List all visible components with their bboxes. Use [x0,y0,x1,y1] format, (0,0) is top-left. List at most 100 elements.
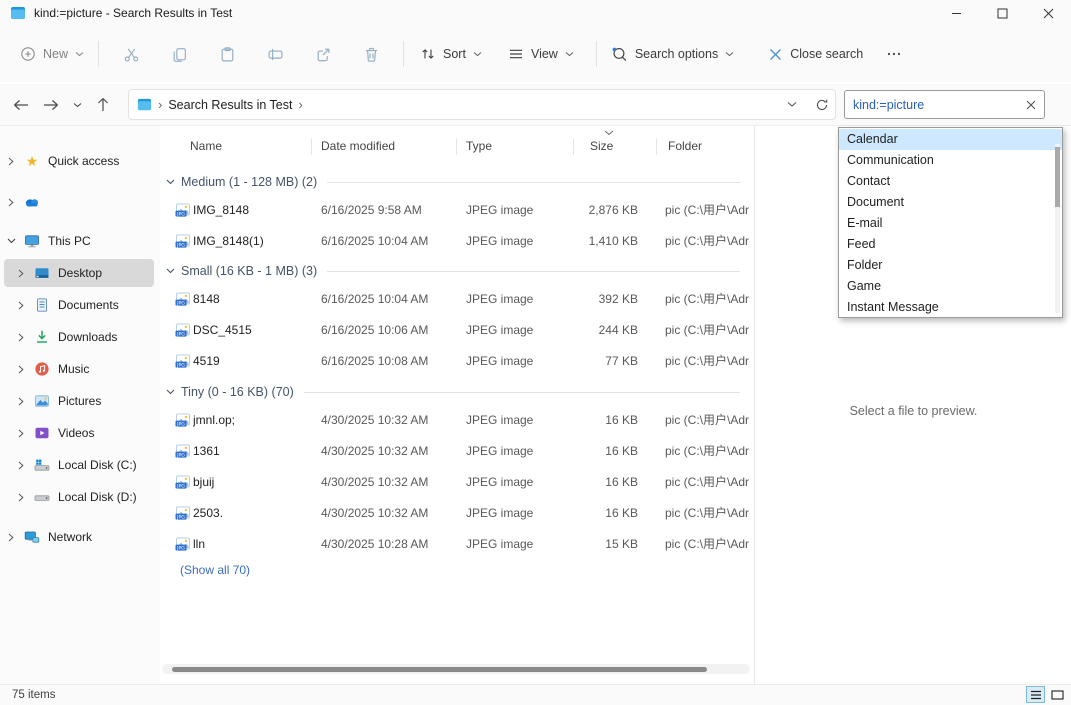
address-dropdown-chevron-icon[interactable] [787,101,797,108]
command-toolbar: New Sort [0,26,1071,82]
sidebar-item-music[interactable]: Music [4,355,154,383]
dropdown-item-email[interactable]: E-mail [839,213,1062,234]
sidebar-item-local-disk-c[interactable]: Local Disk (C:) [4,451,154,479]
column-header-size[interactable]: Size [590,139,613,153]
table-row[interactable]: JPG 8148 6/16/2025 10:04 AM JPEG image 3… [160,283,754,314]
search-options-button[interactable]: Search options [605,38,740,71]
close-button[interactable] [1025,0,1071,26]
disk-d-icon [34,489,50,505]
sidebar-item-pictures[interactable]: Pictures [4,387,154,415]
breadcrumb-separator-icon[interactable]: › [298,97,302,112]
forward-button[interactable] [36,90,66,120]
table-row[interactable]: JPG IMG_8148(1) 6/16/2025 10:04 AM JPEG … [160,225,754,256]
table-row[interactable]: JPG 4519 6/16/2025 10:08 AM JPEG image 7… [160,345,754,376]
chevron-right-icon[interactable] [14,301,28,310]
close-search-button[interactable]: Close search [762,39,869,70]
group-header-medium[interactable]: Medium (1 - 128 MB) (2) [160,170,754,194]
network-icon [24,529,40,545]
table-row[interactable]: JPG 2503. 4/30/2025 10:32 AM JPEG image … [160,497,754,528]
chevron-right-icon[interactable] [14,493,28,502]
column-header-date[interactable]: Date modified [321,139,395,153]
details-view-toggle[interactable] [1026,686,1045,703]
column-header-type[interactable]: Type [466,139,492,153]
toolbar-separator [98,41,99,67]
chevron-right-icon[interactable] [4,198,18,207]
group-header-tiny[interactable]: Tiny (0 - 16 KB) (70) [160,380,754,404]
column-header-folder[interactable]: Folder [668,139,702,153]
breadcrumb[interactable]: › Search Results in Test › [128,89,836,120]
sidebar-item-downloads[interactable]: Downloads [4,323,154,351]
chevron-right-icon[interactable] [14,269,28,278]
breadcrumb-separator-icon: › [158,97,162,112]
table-row[interactable]: JPG jmnl.op; 4/30/2025 10:32 AM JPEG ima… [160,404,754,435]
large-icons-view-toggle[interactable] [1048,686,1067,703]
group-header-small[interactable]: Small (16 KB - 1 MB) (3) [160,259,754,283]
dropdown-item-calendar[interactable]: Calendar [839,129,1062,150]
chevron-right-icon[interactable] [4,533,18,542]
column-header-name[interactable]: Name [190,139,222,153]
file-date: 4/30/2025 10:32 AM [321,444,466,458]
rename-button[interactable] [251,36,299,72]
recent-locations-button[interactable] [66,90,88,120]
delete-button[interactable] [347,36,395,72]
sort-button[interactable]: Sort [414,38,488,70]
dropdown-item-game[interactable]: Game [839,276,1062,297]
back-button[interactable] [6,90,36,120]
chevron-right-icon[interactable] [14,333,28,342]
sidebar-item-local-disk-d[interactable]: Local Disk (D:) [4,483,154,511]
dropdown-item-folder[interactable]: Folder [839,255,1062,276]
share-button[interactable] [299,36,347,72]
copy-button[interactable] [155,36,203,72]
file-type: JPEG image [466,537,558,551]
refresh-icon[interactable] [815,98,829,112]
view-button[interactable]: View [502,38,580,70]
chevron-down-icon[interactable] [166,268,175,274]
sidebar-item-videos[interactable]: Videos [4,419,154,447]
chevron-right-icon[interactable] [4,157,18,166]
sidebar-item-this-pc[interactable]: This PC [4,227,154,255]
dropdown-item-instant-message[interactable]: Instant Message [839,297,1062,318]
paste-button[interactable] [203,36,251,72]
sidebar-item-documents[interactable]: Documents [4,291,154,319]
sidebar-item-quick-access[interactable]: ★ Quick access [4,147,154,175]
chevron-right-icon[interactable] [14,397,28,406]
jpeg-file-icon: JPG [175,202,193,218]
up-button[interactable] [88,90,118,120]
table-row[interactable]: JPG 1361 4/30/2025 10:32 AM JPEG image 1… [160,435,754,466]
search-box[interactable] [844,90,1045,119]
horizontal-scrollbar[interactable] [162,664,750,674]
chevron-right-icon[interactable] [14,461,28,470]
dropdown-scrollbar[interactable] [1055,144,1060,313]
dropdown-item-communication[interactable]: Communication [839,150,1062,171]
sidebar-item-label: This PC [48,234,91,248]
sidebar-item-onedrive[interactable] [4,188,154,216]
table-row[interactable]: JPG DSC_4515 6/16/2025 10:06 AM JPEG ima… [160,314,754,345]
column-headers: Name Date modified Type Size Folder [160,134,754,160]
file-date: 4/30/2025 10:32 AM [321,506,466,520]
maximize-button[interactable] [979,0,1025,26]
dropdown-item-contact[interactable]: Contact [839,171,1062,192]
chevron-right-icon[interactable] [14,365,28,374]
chevron-down-icon[interactable] [4,238,18,244]
sidebar-item-desktop[interactable]: Desktop [4,259,154,287]
table-row[interactable]: JPG bjuij 4/30/2025 10:32 AM JPEG image … [160,466,754,497]
dropdown-item-feed[interactable]: Feed [839,234,1062,255]
show-all-link[interactable]: (Show all 70) [160,559,754,581]
dropdown-scrollbar-thumb[interactable] [1055,147,1060,207]
table-row[interactable]: JPG lln 4/30/2025 10:28 AM JPEG image 15… [160,528,754,559]
horizontal-scrollbar-thumb[interactable] [172,667,707,672]
sidebar-item-network[interactable]: Network [4,523,154,551]
chevron-down-icon[interactable] [166,179,175,185]
search-input[interactable] [853,98,1013,112]
dropdown-item-document[interactable]: Document [839,192,1062,213]
clear-search-icon[interactable] [1026,100,1036,110]
chevron-right-icon[interactable] [14,429,28,438]
minimize-button[interactable] [933,0,979,26]
new-button[interactable]: New [14,38,90,70]
file-size: 1,410 KB [558,234,638,248]
table-row[interactable]: JPG IMG_8148 6/16/2025 9:58 AM JPEG imag… [160,194,754,225]
breadcrumb-path[interactable]: Search Results in Test [168,98,292,112]
cut-button[interactable] [107,36,155,72]
chevron-down-icon[interactable] [166,389,175,395]
more-options-button[interactable] [877,36,911,72]
